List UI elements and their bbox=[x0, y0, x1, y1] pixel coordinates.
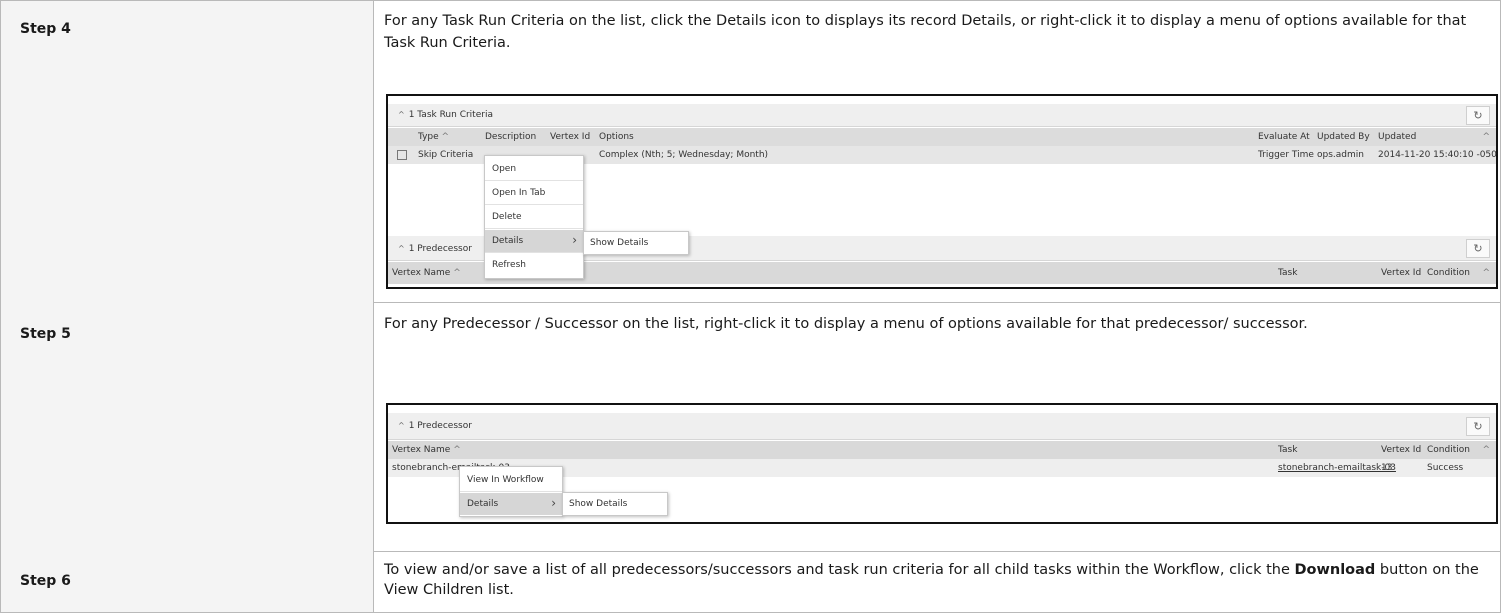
step-4-instruction: For any Task Run Criteria on the list, c… bbox=[384, 13, 1467, 51]
col-updated-by[interactable]: Updated By bbox=[1317, 132, 1370, 142]
predecessor-column-header: Vertex Name ^ Task Vertex Id Condition ^ bbox=[388, 441, 1496, 459]
col-condition[interactable]: Condition bbox=[1427, 268, 1470, 278]
details-icon[interactable] bbox=[397, 150, 407, 160]
menu-item-open-in-tab[interactable]: Open In Tab bbox=[485, 182, 583, 205]
col-description[interactable]: Description bbox=[485, 132, 536, 142]
scroll-up-icon[interactable]: ^ bbox=[1482, 268, 1490, 278]
refresh-icon[interactable]: ↻ bbox=[1466, 417, 1490, 436]
col-type[interactable]: Type ^ bbox=[418, 132, 449, 142]
sort-up-icon: ^ bbox=[441, 132, 450, 142]
context-menu: View In Workflow Details › bbox=[459, 466, 563, 517]
criteria-column-header: Type ^ Description Vertex Id Options Eva… bbox=[388, 128, 1496, 146]
instruction-table: Step 4 For any Task Run Criteria on the … bbox=[0, 0, 1501, 613]
submenu-show-details[interactable]: Show Details bbox=[583, 231, 689, 255]
scroll-up-icon[interactable]: ^ bbox=[1482, 132, 1490, 142]
col-evaluate-at[interactable]: Evaluate At bbox=[1258, 132, 1310, 142]
step-5-label-cell: Step 5 bbox=[1, 302, 374, 551]
caret-up-icon: ^ bbox=[398, 421, 405, 430]
step-4-label-cell: Step 4 bbox=[1, 1, 374, 302]
cell-vertex-id: 13 bbox=[1381, 463, 1393, 473]
col-updated[interactable]: Updated bbox=[1378, 132, 1416, 142]
step-5-row: Step 5 For any Predecessor / Successor o… bbox=[1, 302, 1501, 552]
step-5-instruction: For any Predecessor / Successor on the l… bbox=[384, 316, 1308, 332]
scroll-up-icon[interactable]: ^ bbox=[1482, 445, 1490, 455]
predecessor-title: ^ 1 Predecessor bbox=[398, 244, 472, 254]
sort-up-icon: ^ bbox=[453, 268, 461, 278]
predecessor-panel-header[interactable]: ^ 1 Predecessor ↻ bbox=[388, 413, 1496, 440]
step-6-content-cell: To view and/or save a list of all predec… bbox=[374, 551, 1501, 612]
menu-item-details[interactable]: Details › bbox=[460, 493, 562, 515]
col-condition[interactable]: Condition bbox=[1427, 445, 1470, 455]
menu-item-details[interactable]: Details › bbox=[485, 230, 583, 253]
menu-item-refresh[interactable]: Refresh bbox=[485, 254, 583, 276]
step-4-row: Step 4 For any Task Run Criteria on the … bbox=[1, 1, 1501, 303]
cell-options: Complex (Nth; 5; Wednesday; Month) bbox=[599, 150, 769, 160]
download-button-reference: Download bbox=[1294, 562, 1376, 578]
cell-updated: 2014-11-20 15:40:10 -0500 bbox=[1378, 150, 1498, 160]
task-run-criteria-title: ^ 1 Task Run Criteria bbox=[398, 110, 493, 120]
refresh-icon[interactable]: ↻ bbox=[1466, 106, 1490, 125]
col-vertex-id[interactable]: Vertex Id bbox=[1381, 445, 1421, 455]
cell-evaluate-at: Trigger Time bbox=[1258, 150, 1314, 160]
menu-item-delete[interactable]: Delete bbox=[485, 206, 583, 229]
menu-item-open[interactable]: Open bbox=[485, 158, 583, 181]
step-6-row: Step 6 To view and/or save a list of all… bbox=[1, 551, 1501, 613]
sort-up-icon: ^ bbox=[453, 445, 461, 455]
cell-type: Skip Criteria bbox=[418, 150, 474, 160]
context-menu: Open Open In Tab Delete Details › Refresh bbox=[484, 155, 584, 279]
caret-up-icon: ^ bbox=[398, 110, 405, 119]
col-vertex-id[interactable]: Vertex Id bbox=[550, 132, 590, 142]
step-6-instruction: To view and/or save a list of all predec… bbox=[384, 562, 1479, 598]
chevron-right-icon: › bbox=[572, 233, 577, 247]
predecessor-screenshot: ^ 1 Predecessor ↻ Vertex Name ^ Task Vert… bbox=[386, 403, 1498, 524]
task-run-criteria-panel-header[interactable]: ^ 1 Task Run Criteria ↻ bbox=[388, 104, 1496, 127]
menu-item-view-in-workflow[interactable]: View In Workflow bbox=[460, 469, 562, 492]
cell-updated-by: ops.admin bbox=[1317, 150, 1364, 160]
step-6-label: Step 6 bbox=[20, 573, 71, 589]
predecessor-title: ^ 1 Predecessor bbox=[398, 421, 472, 431]
step-4-content-cell: For any Task Run Criteria on the list, c… bbox=[374, 1, 1501, 302]
caret-up-icon: ^ bbox=[398, 244, 405, 253]
step-5-label: Step 5 bbox=[20, 326, 71, 342]
step-5-content-cell: For any Predecessor / Successor on the l… bbox=[374, 302, 1501, 551]
col-vertex-name[interactable]: Vertex Name ^ bbox=[392, 268, 461, 278]
refresh-icon[interactable]: ↻ bbox=[1466, 239, 1490, 258]
col-task[interactable]: Task bbox=[1278, 445, 1297, 455]
col-task[interactable]: Task bbox=[1278, 268, 1297, 278]
col-options[interactable]: Options bbox=[599, 132, 634, 142]
submenu-show-details[interactable]: Show Details bbox=[562, 492, 668, 516]
cell-condition: Success bbox=[1427, 463, 1464, 473]
col-vertex-id[interactable]: Vertex Id bbox=[1381, 268, 1421, 278]
step-4-label: Step 4 bbox=[20, 21, 71, 37]
cell-task-link[interactable]: stonebranch-emailtask-03 bbox=[1278, 463, 1396, 473]
task-run-criteria-screenshot: ^ 1 Task Run Criteria ↻ Type ^ Descriptio… bbox=[386, 94, 1498, 289]
step-6-label-cell: Step 6 bbox=[1, 551, 374, 612]
col-vertex-name[interactable]: Vertex Name ^ bbox=[392, 445, 461, 455]
chevron-right-icon: › bbox=[551, 496, 556, 510]
